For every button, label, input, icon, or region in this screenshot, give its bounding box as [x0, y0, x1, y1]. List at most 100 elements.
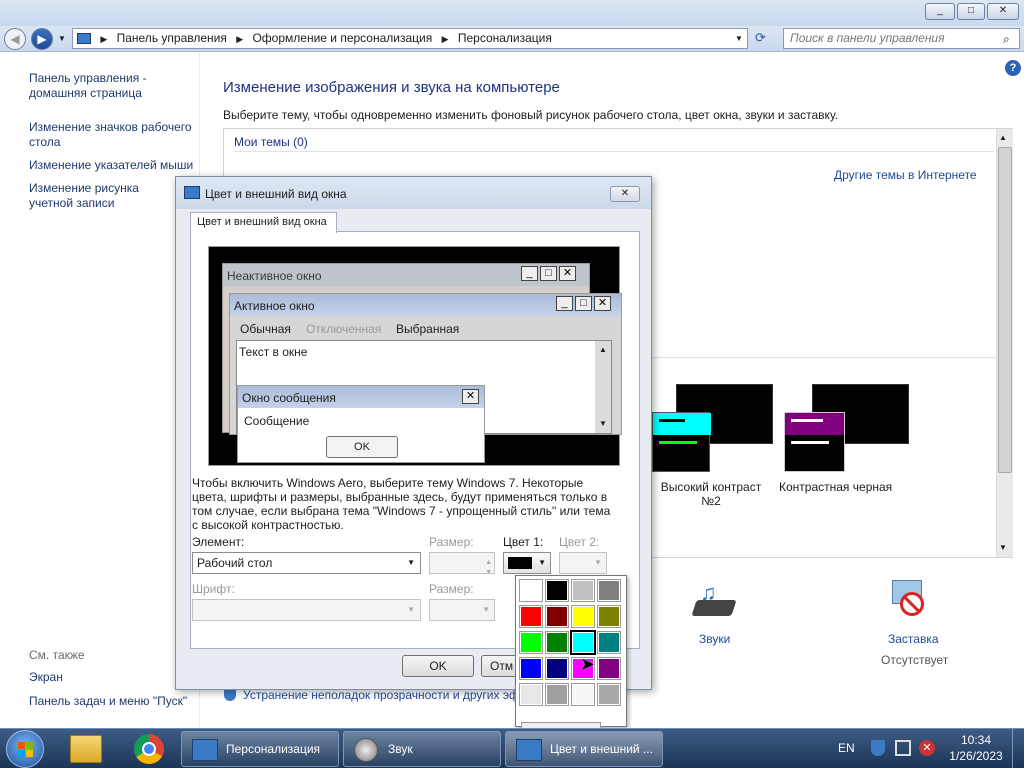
dialog-close-button[interactable]: ✕ — [610, 186, 640, 202]
preview-ok-button: OK — [326, 436, 398, 458]
color-swatch[interactable] — [519, 657, 543, 680]
display-link[interactable]: Экран — [29, 670, 199, 685]
address-field[interactable]: ▶ Панель управления ▶ Оформление и персо… — [72, 28, 748, 49]
size-spinner: ▲ ▼ — [429, 552, 495, 576]
maximize-icon: □ — [575, 296, 592, 312]
network-icon[interactable] — [895, 740, 911, 756]
taskbar-item-personalization[interactable]: Персонализация — [181, 731, 339, 767]
minimize-icon: _ — [556, 296, 573, 312]
taskbar: Персонализация Звук Цвет и внешний ... E… — [0, 728, 1024, 768]
aero-info-text: Чтобы включить Windows Aero, выберите те… — [192, 476, 611, 532]
color-swatch[interactable] — [519, 605, 543, 628]
color-swatch[interactable] — [545, 657, 569, 680]
color-swatch[interactable] — [597, 657, 621, 680]
breadcrumb-appearance[interactable]: Оформление и персонализация — [252, 31, 432, 45]
chevron-down-icon: ▼ — [407, 605, 415, 614]
screensaver-link[interactable]: Заставка — [888, 632, 939, 646]
forward-arrow-icon[interactable]: ▶ — [31, 28, 53, 50]
ok-button[interactable]: OK — [402, 655, 474, 677]
breadcrumb-control-panel[interactable]: Панель управления — [117, 31, 227, 45]
maximize-button[interactable]: □ — [957, 3, 985, 20]
language-indicator[interactable]: EN — [838, 741, 855, 755]
mouse-cursor-icon: ➤ — [580, 654, 596, 674]
clock[interactable]: 10:34 1/26/2023 — [944, 733, 1008, 763]
page-title: Изменение изображения и звука на компьют… — [223, 79, 560, 96]
back-arrow-icon[interactable]: ◀ — [4, 28, 26, 50]
screensaver-icon[interactable] — [888, 578, 932, 622]
refresh-icon[interactable]: ⟳ — [755, 30, 766, 46]
personalization-icon — [192, 739, 218, 761]
preview-scrollbar: ▲ ▼ — [595, 341, 611, 433]
breadcrumb-personalization[interactable]: Персонализация — [458, 31, 552, 45]
sounds-icon[interactable]: ♫ — [691, 580, 738, 620]
page-description: Выберите тему, чтобы одновременно измени… — [223, 108, 839, 122]
color-palette-dropdown[interactable] — [515, 575, 627, 728]
color-swatch[interactable] — [545, 605, 569, 628]
dialog-title-bar[interactable]: Цвет и внешний вид окна ✕ — [176, 177, 651, 209]
minimize-button[interactable]: _ — [925, 3, 955, 20]
troubleshoot-transparency-link[interactable]: Устранение неполадок прозрачности и друг… — [243, 688, 519, 702]
chrome-icon[interactable] — [134, 734, 164, 764]
color-swatch[interactable] — [597, 605, 621, 628]
minimize-icon: _ — [521, 266, 538, 282]
taskbar-item-sound[interactable]: Звук — [343, 731, 501, 767]
recent-pages-chevron-icon[interactable]: ▼ — [58, 34, 66, 43]
spinner-down-icon: ▼ — [485, 569, 492, 576]
font-select: ▼ — [192, 599, 421, 621]
color-swatch[interactable] — [597, 683, 621, 706]
color-swatch[interactable] — [545, 631, 569, 654]
color-swatch[interactable] — [597, 579, 621, 602]
color-swatch[interactable] — [519, 579, 543, 602]
change-mouse-pointers-link[interactable]: Изменение указателей мыши — [29, 158, 199, 173]
tab-window-color[interactable]: Цвет и внешний вид окна — [190, 212, 337, 233]
my-themes-heading: Мои темы (0) — [234, 135, 308, 149]
search-icon[interactable]: ⌕ — [1003, 32, 1010, 47]
color-swatch[interactable] — [519, 631, 543, 654]
volume-muted-icon[interactable]: ✕ — [919, 740, 935, 756]
search-input[interactable]: Поиск в панели управления — [783, 28, 1020, 49]
element-select[interactable]: Рабочий стол ▼ — [192, 552, 421, 574]
change-account-picture-link[interactable]: Изменение рисунка учетной записи — [29, 181, 179, 211]
chevron-down-icon: ▼ — [482, 605, 490, 614]
chevron-down-icon: ▼ — [594, 558, 602, 567]
left-task-pane: Панель управления - домашняя страница Из… — [0, 52, 200, 728]
scroll-down-icon[interactable]: ▼ — [999, 543, 1007, 552]
color-swatch[interactable] — [570, 630, 596, 655]
menu-selected: Выбранная — [396, 322, 460, 336]
scroll-up-icon[interactable]: ▲ — [999, 133, 1007, 142]
taskbar-start-menu-link[interactable]: Панель задач и меню "Пуск" — [29, 694, 199, 709]
scrollbar-thumb[interactable] — [998, 147, 1012, 473]
color2-label: Цвет 2: — [559, 535, 600, 549]
close-button[interactable]: ✕ — [987, 3, 1019, 20]
see-also-heading: См. также — [29, 648, 85, 662]
start-button[interactable] — [6, 730, 44, 768]
help-icon[interactable]: ? — [1005, 60, 1021, 76]
change-desktop-icons-link[interactable]: Изменение значков рабочего стола — [29, 120, 199, 150]
themes-scrollbar[interactable]: ▲ ▼ — [996, 129, 1013, 557]
more-themes-online-link[interactable]: Другие темы в Интернете — [834, 168, 977, 182]
appearance-preview: Неактивное окно _ □ ✕ Активное окно _ □ ✕ Об… — [208, 246, 622, 466]
color-swatch[interactable] — [571, 683, 595, 706]
show-desktop-button[interactable] — [1012, 729, 1024, 768]
color-swatch[interactable] — [597, 631, 621, 654]
color-swatch[interactable] — [519, 683, 543, 706]
size-label: Размер: — [429, 535, 474, 549]
action-center-icon[interactable] — [871, 740, 885, 756]
color-swatch[interactable] — [545, 683, 569, 706]
element-label: Элемент: — [192, 535, 245, 549]
scroll-up-icon: ▲ — [599, 345, 607, 354]
color-swatch[interactable] — [571, 579, 595, 602]
close-icon: ✕ — [559, 266, 576, 282]
address-dropdown-icon[interactable]: ▼ — [735, 34, 743, 43]
sounds-link[interactable]: Звуки — [699, 632, 730, 646]
color1-button[interactable]: ▼ — [503, 552, 551, 574]
taskbar-item-window-color[interactable]: Цвет и внешний ... — [505, 731, 663, 767]
color-swatch[interactable] — [571, 605, 595, 628]
menu-disabled: Отключенная — [306, 322, 382, 336]
chevron-down-icon: ▼ — [407, 558, 415, 567]
control-panel-home-link[interactable]: Панель управления - домашняя страница — [29, 71, 199, 101]
explorer-folder-icon[interactable] — [70, 735, 102, 763]
theme-label: Контрастная черная — [779, 480, 893, 494]
screensaver-value: Отсутствует — [881, 653, 949, 667]
color-swatch[interactable] — [545, 579, 569, 602]
